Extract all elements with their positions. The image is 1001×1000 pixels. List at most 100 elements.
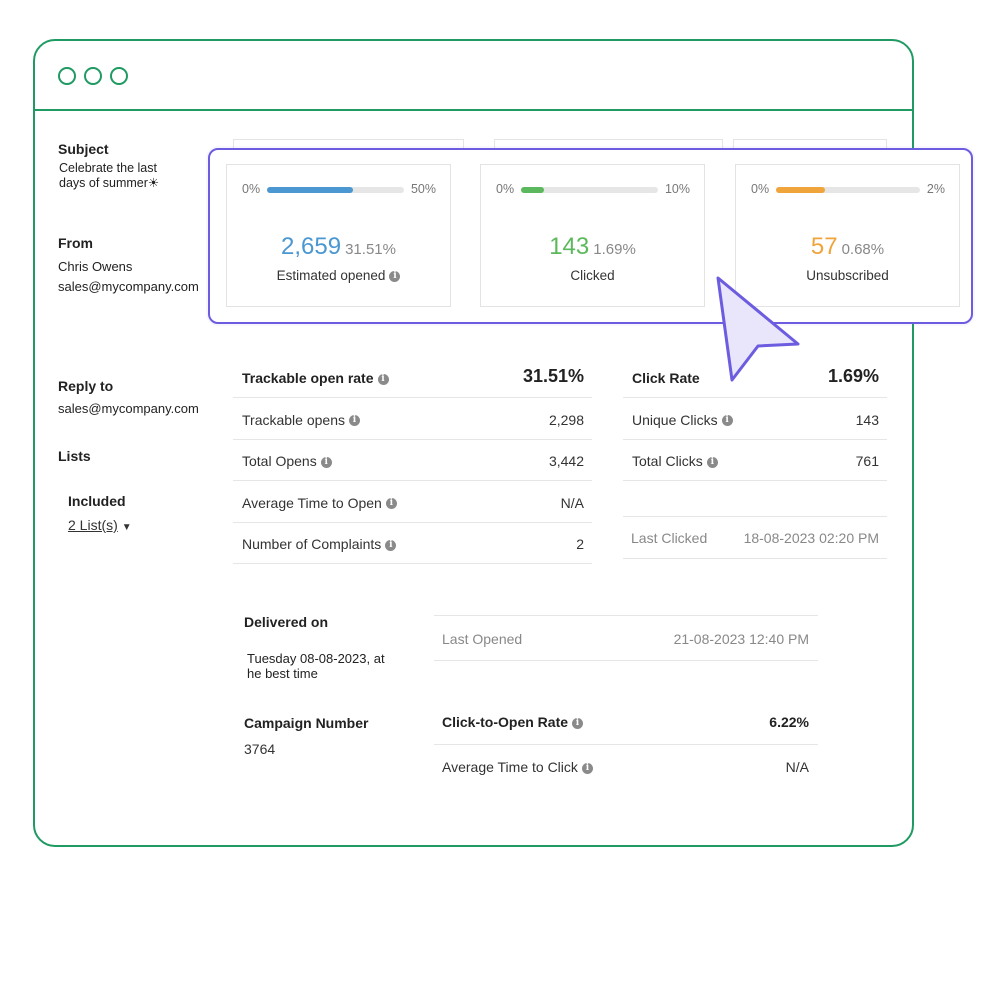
subject-text: Celebrate the last days of summer☀ — [59, 161, 160, 190]
campaign-number-label: Campaign Number — [244, 715, 369, 731]
lists-label: Lists — [58, 448, 91, 464]
avg-time-to-click-label-wrap: Average Time to Click i — [442, 759, 593, 775]
click-to-open-row: Click-to-Open Rate i 6.22% — [434, 701, 818, 745]
stat-count: 57 — [810, 233, 838, 260]
progress-row: 0% 10% — [496, 182, 690, 196]
progress-track — [267, 187, 404, 193]
window-control-dot[interactable] — [110, 67, 128, 85]
info-icon[interactable]: i — [721, 415, 733, 427]
window-control-dot[interactable] — [84, 67, 102, 85]
delivered-on-label: Delivered on — [244, 614, 329, 630]
mouse-pointer-icon — [716, 276, 800, 382]
stat-percent: 31.51% — [345, 241, 396, 258]
stat-card: 0% 10% 143 1.69% Clicked — [480, 164, 705, 307]
row-value: 761 — [855, 453, 879, 469]
stat-values: 2,659 31.51% — [227, 233, 450, 261]
last-clicked-label: Last Clicked — [631, 530, 708, 546]
stat-percent: 0.68% — [841, 241, 885, 258]
included-label: Included — [68, 493, 126, 509]
delivered-on-text: Tuesday 08-08-2023, at he best time — [247, 651, 385, 681]
table-row: Total Clicks i 761 — [623, 440, 887, 481]
range-min: 0% — [751, 182, 770, 196]
click-to-open-label: Click-to-Open Rate — [442, 714, 569, 730]
last-opened-label: Last Opened — [442, 631, 523, 647]
from-name: Chris Owens — [58, 259, 133, 274]
range-min: 0% — [496, 182, 515, 196]
row-label-wrap: Trackable open rate i — [242, 370, 389, 386]
progress-fill — [267, 187, 354, 193]
row-label: Trackable open rate — [242, 370, 374, 386]
last-opened-value: 21-08-2023 12:40 PM — [673, 631, 809, 647]
avg-time-to-click-row: Average Time to Click i N/A — [434, 745, 818, 787]
row-value: 2 — [576, 536, 584, 552]
stat-caption: Estimated opened — [276, 268, 386, 283]
row-label-wrap: Average Time to Open i — [242, 495, 397, 511]
reply-to-label: Reply to — [58, 378, 114, 394]
lists-dropdown-label: 2 List(s) — [68, 517, 118, 533]
info-icon[interactable]: i — [385, 539, 397, 551]
row-value: N/A — [560, 494, 584, 511]
avg-time-to-click-label: Average Time to Click — [442, 759, 578, 775]
table-row: Total Opens i 3,442 — [233, 440, 592, 481]
range-max: 10% — [664, 182, 690, 196]
info-icon[interactable]: i — [581, 762, 593, 774]
last-clicked-row: Last Clicked 18-08-2023 02:20 PM — [623, 516, 887, 559]
progress-track — [776, 187, 920, 193]
campaign-number-value: 3764 — [244, 741, 276, 757]
row-label-wrap: Click Rate — [632, 370, 700, 386]
info-icon[interactable]: i — [389, 270, 401, 282]
range-max: 2% — [926, 182, 945, 196]
row-label: Total Clicks — [632, 453, 703, 469]
stat-caption: Unsubscribed — [806, 268, 889, 283]
row-value: 2,298 — [548, 411, 584, 428]
from-email: sales@mycompany.com — [58, 279, 199, 294]
range-max: 50% — [410, 182, 436, 196]
table-header-row: Trackable open rate i 31.51% — [233, 357, 592, 398]
info-icon[interactable]: i — [572, 717, 584, 729]
stat-values: 143 1.69% — [481, 233, 704, 261]
window-control-dot[interactable] — [58, 67, 76, 85]
info-icon[interactable]: i — [320, 456, 332, 468]
stat-caption: Clicked — [570, 268, 615, 283]
row-label-wrap: Trackable opens i — [242, 412, 360, 428]
range-min: 0% — [242, 182, 261, 196]
table-row: Number of Complaints i 2 — [233, 523, 592, 564]
last-clicked-value: 18-08-2023 02:20 PM — [743, 530, 879, 546]
reply-to-email: sales@mycompany.com — [58, 401, 199, 416]
stat-card: 0% 50% 2,659 31.51% Estimated opened i — [226, 164, 451, 307]
row-label-wrap: Unique Clicks i — [632, 412, 733, 428]
row-label: Trackable opens — [242, 411, 345, 428]
progress-row: 0% 50% — [242, 182, 436, 196]
last-opened-row: Last Opened 21-08-2023 12:40 PM — [434, 615, 818, 661]
info-icon[interactable]: i — [348, 415, 360, 427]
row-label-wrap: Total Clicks i — [632, 453, 718, 469]
table-row: Trackable opens i 2,298 — [233, 399, 592, 440]
table-row: Average Time to Open i N/A — [233, 482, 592, 523]
row-value: 1.69% — [827, 366, 879, 386]
row-label: Total Opens — [242, 453, 317, 469]
progress-fill — [521, 187, 545, 193]
info-icon[interactable]: i — [385, 498, 397, 510]
progress-row: 0% 2% — [751, 182, 945, 196]
row-value: 3,442 — [548, 453, 584, 469]
progress-track — [521, 187, 658, 193]
stat-percent: 1.69% — [593, 241, 636, 258]
stat-values: 57 0.68% — [736, 233, 959, 261]
info-icon[interactable]: i — [706, 456, 718, 468]
row-label: Average Time to Open — [242, 494, 382, 511]
click-to-open-value: 6.22% — [769, 714, 809, 730]
from-label: From — [58, 235, 93, 251]
stat-count: 143 — [549, 233, 590, 260]
click-to-open-label-wrap: Click-to-Open Rate i — [442, 714, 584, 730]
info-icon[interactable]: i — [377, 373, 389, 385]
caret-down-icon: ▼ — [121, 522, 132, 533]
subject-label: Subject — [58, 141, 109, 157]
row-label-wrap: Number of Complaints i — [242, 536, 397, 552]
table-row: Unique Clicks i 143 — [623, 399, 887, 440]
row-label: Click Rate — [632, 370, 700, 386]
stat-caption-wrap: Estimated opened i — [227, 268, 450, 283]
lists-dropdown[interactable]: 2 List(s) ▼ — [68, 517, 132, 533]
row-value: 143 — [855, 411, 879, 428]
row-value: 31.51% — [522, 366, 584, 386]
window-titlebar — [35, 41, 912, 111]
